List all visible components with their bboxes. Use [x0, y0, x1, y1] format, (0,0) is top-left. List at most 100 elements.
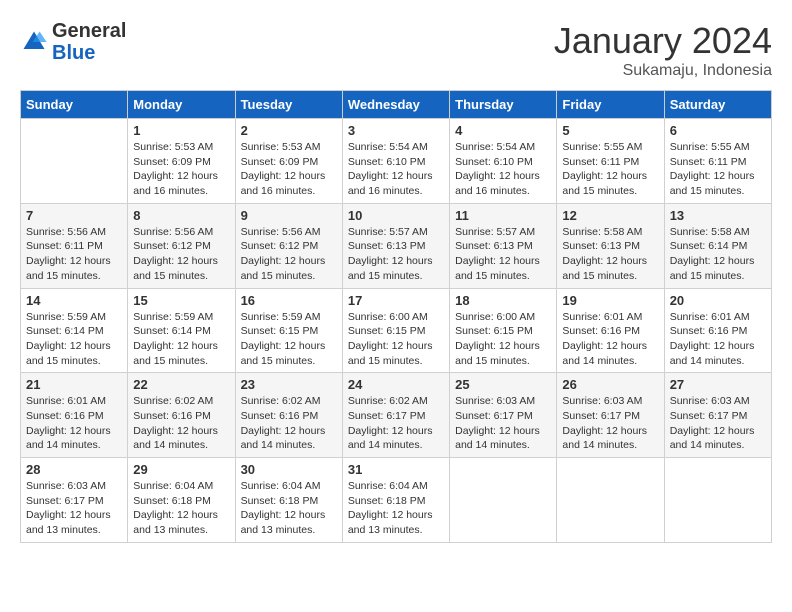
- day-cell: 18 Sunrise: 6:00 AM Sunset: 6:15 PM Dayli…: [450, 288, 557, 373]
- day-cell: 27 Sunrise: 6:03 AM Sunset: 6:17 PM Dayli…: [664, 373, 771, 458]
- day-number: 4: [455, 123, 551, 138]
- day-cell: 15 Sunrise: 5:59 AM Sunset: 6:14 PM Dayli…: [128, 288, 235, 373]
- day-info: Sunrise: 5:59 AM Sunset: 6:14 PM Dayligh…: [133, 310, 229, 369]
- calendar-table: SundayMondayTuesdayWednesdayThursdayFrid…: [20, 90, 772, 543]
- day-cell: 12 Sunrise: 5:58 AM Sunset: 6:13 PM Dayli…: [557, 203, 664, 288]
- day-info: Sunrise: 6:03 AM Sunset: 6:17 PM Dayligh…: [26, 479, 122, 538]
- day-number: 8: [133, 208, 229, 223]
- week-row-5: 28Sunrise: 6:03 AM Sunset: 6:17 PM Dayli…: [21, 458, 772, 543]
- day-cell: 4 Sunrise: 5:54 AM Sunset: 6:10 PM Daylig…: [450, 119, 557, 204]
- day-number: 1: [133, 123, 229, 138]
- day-info: Sunrise: 6:03 AM Sunset: 6:17 PM Dayligh…: [670, 394, 766, 453]
- day-cell: 16Sunrise: 5:59 AM Sunset: 6:15 PM Dayli…: [235, 288, 342, 373]
- day-info: Sunrise: 6:00 AM Sunset: 6:15 PM Dayligh…: [348, 310, 444, 369]
- day-cell: 10Sunrise: 5:57 AM Sunset: 6:13 PM Dayli…: [342, 203, 449, 288]
- day-info: Sunrise: 6:02 AM Sunset: 6:17 PM Dayligh…: [348, 394, 444, 453]
- day-number: 15: [133, 293, 229, 308]
- day-cell: 23Sunrise: 6:02 AM Sunset: 6:16 PM Dayli…: [235, 373, 342, 458]
- day-cell: 29 Sunrise: 6:04 AM Sunset: 6:18 PM Dayli…: [128, 458, 235, 543]
- col-header-saturday: Saturday: [664, 91, 771, 119]
- day-info: Sunrise: 6:04 AM Sunset: 6:18 PM Dayligh…: [241, 479, 337, 538]
- logo-text: General Blue: [52, 20, 126, 64]
- day-number: 12: [562, 208, 658, 223]
- col-header-thursday: Thursday: [450, 91, 557, 119]
- day-info: Sunrise: 5:56 AM Sunset: 6:12 PM Dayligh…: [241, 225, 337, 284]
- day-number: 3: [348, 123, 444, 138]
- day-number: 9: [241, 208, 337, 223]
- day-cell: 14Sunrise: 5:59 AM Sunset: 6:14 PM Dayli…: [21, 288, 128, 373]
- week-row-3: 14 Sunrise: 5:59 AM Sunset: 6:14 PM Dayli…: [21, 288, 772, 373]
- month-year: January 2024: [554, 20, 772, 62]
- logo-general: General: [52, 20, 126, 42]
- day-number: 25: [455, 377, 551, 392]
- day-cell: 1 Sunrise: 5:53 AM Sunset: 6:09 PM Daylig…: [128, 119, 235, 204]
- day-info: Sunrise: 6:02 AM Sunset: 6:16 PM Dayligh…: [133, 394, 229, 453]
- day-info: Sunrise: 6:02 AM Sunset: 6:16 PM Dayligh…: [241, 394, 337, 453]
- day-number: 22: [133, 377, 229, 392]
- day-info: Sunrise: 5:54 AM Sunset: 6:10 PM Dayligh…: [455, 140, 551, 199]
- day-number: 17: [348, 293, 444, 308]
- logo: General Blue: [20, 20, 126, 64]
- day-number: 6: [670, 123, 766, 138]
- day-number: 18: [455, 293, 551, 308]
- day-cell: 9 Sunrise: 5:56 AM Sunset: 6:12 PM Daylig…: [235, 203, 342, 288]
- day-number: 2: [241, 123, 337, 138]
- day-info: Sunrise: 5:54 AM Sunset: 6:10 PM Dayligh…: [348, 140, 444, 199]
- col-header-friday: Friday: [557, 91, 664, 119]
- day-number: 14: [26, 293, 122, 308]
- day-cell: 11 Sunrise: 5:57 AM Sunset: 6:13 PM Dayli…: [450, 203, 557, 288]
- day-cell: [557, 458, 664, 543]
- day-info: Sunrise: 5:59 AM Sunset: 6:15 PM Dayligh…: [241, 310, 337, 369]
- day-number: 11: [455, 208, 551, 223]
- day-number: 24: [348, 377, 444, 392]
- day-info: Sunrise: 5:53 AM Sunset: 6:09 PM Dayligh…: [133, 140, 229, 199]
- col-header-wednesday: Wednesday: [342, 91, 449, 119]
- day-cell: 17 Sunrise: 6:00 AM Sunset: 6:15 PM Dayli…: [342, 288, 449, 373]
- day-info: Sunrise: 6:00 AM Sunset: 6:15 PM Dayligh…: [455, 310, 551, 369]
- day-cell: 2 Sunrise: 5:53 AM Sunset: 6:09 PM Daylig…: [235, 119, 342, 204]
- day-cell: 19 Sunrise: 6:01 AM Sunset: 6:16 PM Dayli…: [557, 288, 664, 373]
- day-cell: 22 Sunrise: 6:02 AM Sunset: 6:16 PM Dayli…: [128, 373, 235, 458]
- day-cell: 26Sunrise: 6:03 AM Sunset: 6:17 PM Dayli…: [557, 373, 664, 458]
- day-info: Sunrise: 5:57 AM Sunset: 6:13 PM Dayligh…: [455, 225, 551, 284]
- day-info: Sunrise: 6:04 AM Sunset: 6:18 PM Dayligh…: [348, 479, 444, 538]
- day-cell: 24 Sunrise: 6:02 AM Sunset: 6:17 PM Dayli…: [342, 373, 449, 458]
- week-row-4: 21 Sunrise: 6:01 AM Sunset: 6:16 PM Dayli…: [21, 373, 772, 458]
- day-info: Sunrise: 6:01 AM Sunset: 6:16 PM Dayligh…: [670, 310, 766, 369]
- logo-icon: [20, 28, 48, 56]
- day-number: 13: [670, 208, 766, 223]
- day-number: 31: [348, 462, 444, 477]
- day-number: 27: [670, 377, 766, 392]
- day-cell: [664, 458, 771, 543]
- day-cell: 3 Sunrise: 5:54 AM Sunset: 6:10 PM Daylig…: [342, 119, 449, 204]
- day-info: Sunrise: 5:58 AM Sunset: 6:14 PM Dayligh…: [670, 225, 766, 284]
- day-number: 29: [133, 462, 229, 477]
- day-cell: 6 Sunrise: 5:55 AM Sunset: 6:11 PM Daylig…: [664, 119, 771, 204]
- day-info: Sunrise: 6:01 AM Sunset: 6:16 PM Dayligh…: [26, 394, 122, 453]
- day-cell: 8 Sunrise: 5:56 AM Sunset: 6:12 PM Daylig…: [128, 203, 235, 288]
- day-number: 26: [562, 377, 658, 392]
- day-cell: 30Sunrise: 6:04 AM Sunset: 6:18 PM Dayli…: [235, 458, 342, 543]
- day-number: 21: [26, 377, 122, 392]
- day-info: Sunrise: 6:03 AM Sunset: 6:17 PM Dayligh…: [455, 394, 551, 453]
- day-info: Sunrise: 5:57 AM Sunset: 6:13 PM Dayligh…: [348, 225, 444, 284]
- day-info: Sunrise: 5:55 AM Sunset: 6:11 PM Dayligh…: [562, 140, 658, 199]
- day-info: Sunrise: 5:58 AM Sunset: 6:13 PM Dayligh…: [562, 225, 658, 284]
- day-cell: 25 Sunrise: 6:03 AM Sunset: 6:17 PM Dayli…: [450, 373, 557, 458]
- day-number: 20: [670, 293, 766, 308]
- day-info: Sunrise: 5:53 AM Sunset: 6:09 PM Dayligh…: [241, 140, 337, 199]
- week-row-1: 1 Sunrise: 5:53 AM Sunset: 6:09 PM Daylig…: [21, 119, 772, 204]
- page-header: General Blue January 2024 Sukamaju, Indo…: [20, 20, 772, 80]
- day-info: Sunrise: 6:01 AM Sunset: 6:16 PM Dayligh…: [562, 310, 658, 369]
- day-info: Sunrise: 5:56 AM Sunset: 6:12 PM Dayligh…: [133, 225, 229, 284]
- week-row-2: 7Sunrise: 5:56 AM Sunset: 6:11 PM Daylig…: [21, 203, 772, 288]
- day-info: Sunrise: 6:04 AM Sunset: 6:18 PM Dayligh…: [133, 479, 229, 538]
- day-cell: 31 Sunrise: 6:04 AM Sunset: 6:18 PM Dayli…: [342, 458, 449, 543]
- day-number: 5: [562, 123, 658, 138]
- day-info: Sunrise: 5:55 AM Sunset: 6:11 PM Dayligh…: [670, 140, 766, 199]
- day-number: 19: [562, 293, 658, 308]
- day-cell: 28Sunrise: 6:03 AM Sunset: 6:17 PM Dayli…: [21, 458, 128, 543]
- day-cell: [21, 119, 128, 204]
- col-header-tuesday: Tuesday: [235, 91, 342, 119]
- day-cell: 20 Sunrise: 6:01 AM Sunset: 6:16 PM Dayli…: [664, 288, 771, 373]
